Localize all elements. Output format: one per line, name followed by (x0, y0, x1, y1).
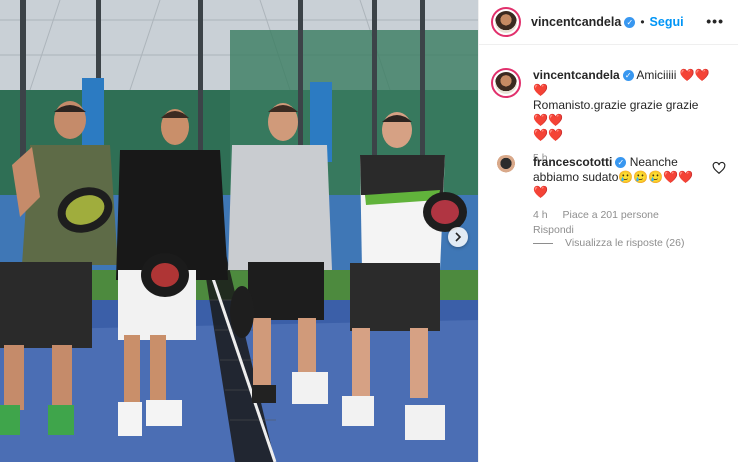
caption-username[interactable]: vincentcandela (533, 68, 620, 82)
caption: vincentcandela ✓ Amiciiiii ❤️❤️❤️ Romanis… (491, 68, 726, 166)
comment-text: francescototti ✓ Neanche abbiamo sudato🥲🥲… (533, 155, 713, 200)
comment-hearts-inline: ❤️❤️ (663, 170, 694, 184)
verified-icon: ✓ (622, 70, 634, 82)
comment-likes[interactable]: Piace a 201 persone (563, 209, 659, 221)
verified-icon: ✓ (624, 16, 636, 28)
replies-divider (533, 242, 553, 244)
comment-meta: 4 h Piace a 201 persone Rispondi (533, 208, 713, 238)
verified-icon: ✓ (615, 157, 627, 169)
chevron-right-icon (455, 232, 462, 242)
comment-line1: Neanche (629, 155, 678, 169)
caption-line1: Amiciiiii (636, 68, 677, 82)
reply-button[interactable]: Rispondi (533, 224, 574, 236)
comment-hearts-line3: ❤️ (533, 185, 548, 199)
comment-line2: abbiamo sudato (533, 170, 619, 184)
heart-icon[interactable] (712, 161, 726, 175)
author-avatar[interactable] (491, 7, 521, 37)
post-photo (0, 0, 478, 462)
author-username[interactable]: vincentcandela (531, 15, 621, 29)
caption-avatar[interactable] (491, 68, 521, 98)
comment-timestamp[interactable]: 4 h (533, 209, 548, 221)
more-icon[interactable]: ••• (706, 13, 724, 29)
comment-item: francescototti ✓ Neanche abbiamo sudato🥲🥲… (491, 155, 726, 238)
commenter-avatar[interactable] (494, 155, 518, 179)
caption-body: vincentcandela ✓ Amiciiiii ❤️❤️❤️ Romanis… (533, 68, 713, 166)
caption-line2: Romanisto.grazie grazie grazie (533, 98, 699, 112)
follow-button[interactable]: Segui (650, 15, 684, 29)
caption-hearts-3: ❤️❤️ (533, 128, 563, 142)
caption-hearts-2: ❤️❤️ (533, 113, 563, 127)
post-header: vincentcandela ✓ • Segui ••• (479, 0, 738, 45)
next-photo-button[interactable] (448, 227, 468, 247)
caption-text: vincentcandela ✓ Amiciiiii ❤️❤️❤️ Romanis… (533, 68, 713, 143)
comment-body: francescototti ✓ Neanche abbiamo sudato🥲🥲… (533, 155, 713, 238)
view-replies-button[interactable]: Visualizza le risposte (26) (533, 237, 684, 249)
view-replies-label[interactable]: Visualizza le risposte (26) (565, 237, 684, 249)
separator-dot: • (640, 15, 645, 29)
post-side-panel: vincentcandela ✓ • Segui ••• vincentcand… (478, 0, 738, 462)
comment-emojis: 🥲🥲🥲 (618, 170, 664, 184)
comment-username[interactable]: francescototti (533, 155, 612, 169)
